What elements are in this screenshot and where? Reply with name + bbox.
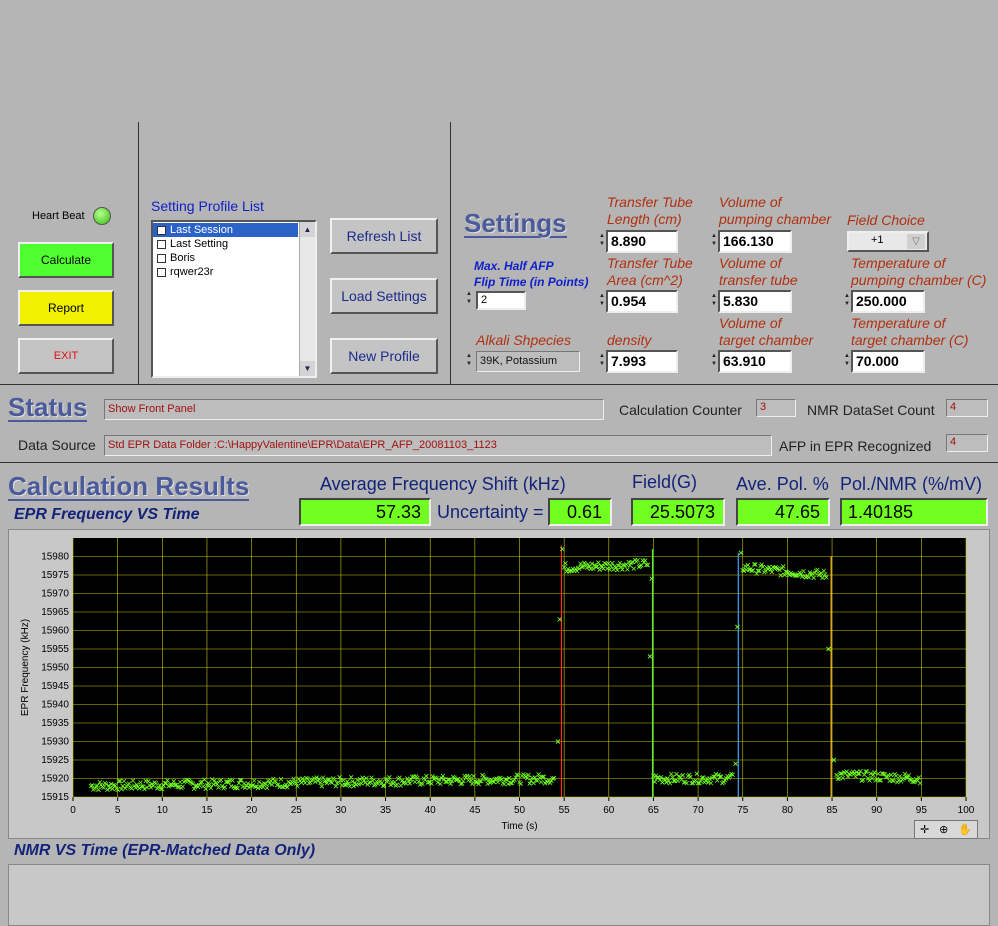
x-tick-label: 70 [693,805,705,816]
y-tick-label: 15915 [41,792,69,803]
x-tick-label: 25 [291,805,303,816]
x-tick-label: 65 [648,805,660,816]
x-tick-label: 35 [380,805,392,816]
graph-palette[interactable]: ✛ ⊕ ✋ [914,820,978,839]
y-tick-label: 15955 [41,644,69,655]
x-tick-label: 75 [737,805,749,816]
x-tick-label: 60 [603,805,615,816]
y-tick-label: 15935 [41,718,69,729]
zoom-icon[interactable]: ⊕ [939,823,948,836]
x-tick-label: 10 [157,805,169,816]
y-tick-label: 15940 [41,700,69,711]
x-tick-label: 85 [826,805,838,816]
x-tick-label: 40 [425,805,437,816]
y-tick-label: 15975 [41,570,69,581]
x-tick-label: 30 [335,805,347,816]
x-tick-label: 15 [201,805,213,816]
y-tick-label: 15960 [41,626,69,637]
x-axis-label: Time (s) [501,821,537,832]
x-tick-label: 45 [469,805,481,816]
y-axis-label: EPR Frequency (kHz) [20,619,31,716]
nmr-chart-panel [8,864,990,926]
epr-chart: 0 5 10 15 20 25 30 35 40 45 50 55 60 65 70 75 80 85 90 95 10… [20,538,975,924]
x-tick-label: 80 [782,805,794,816]
y-tick-label: 15945 [41,681,69,692]
x-tick-label: 50 [514,805,526,816]
x-tick-label: 0 [70,805,76,816]
cursor-icon[interactable]: ✛ [920,823,929,836]
x-tick-label: 55 [559,805,571,816]
nmr-chart-title: NMR VS Time (EPR-Matched Data Only) [14,842,316,859]
y-tick-label: 15930 [41,737,69,748]
y-tick-label: 15980 [41,552,69,563]
y-tick-label: 15950 [41,663,69,674]
x-tick-label: 95 [916,805,928,816]
y-tick-label: 15925 [41,755,69,766]
x-tick-label: 20 [246,805,258,816]
x-tick-label: 90 [871,805,883,816]
x-tick-label: 100 [958,805,975,816]
y-tick-label: 15920 [41,774,69,785]
x-tick-label: 5 [115,805,121,816]
pan-hand-icon[interactable]: ✋ [958,823,972,836]
y-tick-label: 15965 [41,607,69,618]
y-tick-label: 15970 [41,589,69,600]
